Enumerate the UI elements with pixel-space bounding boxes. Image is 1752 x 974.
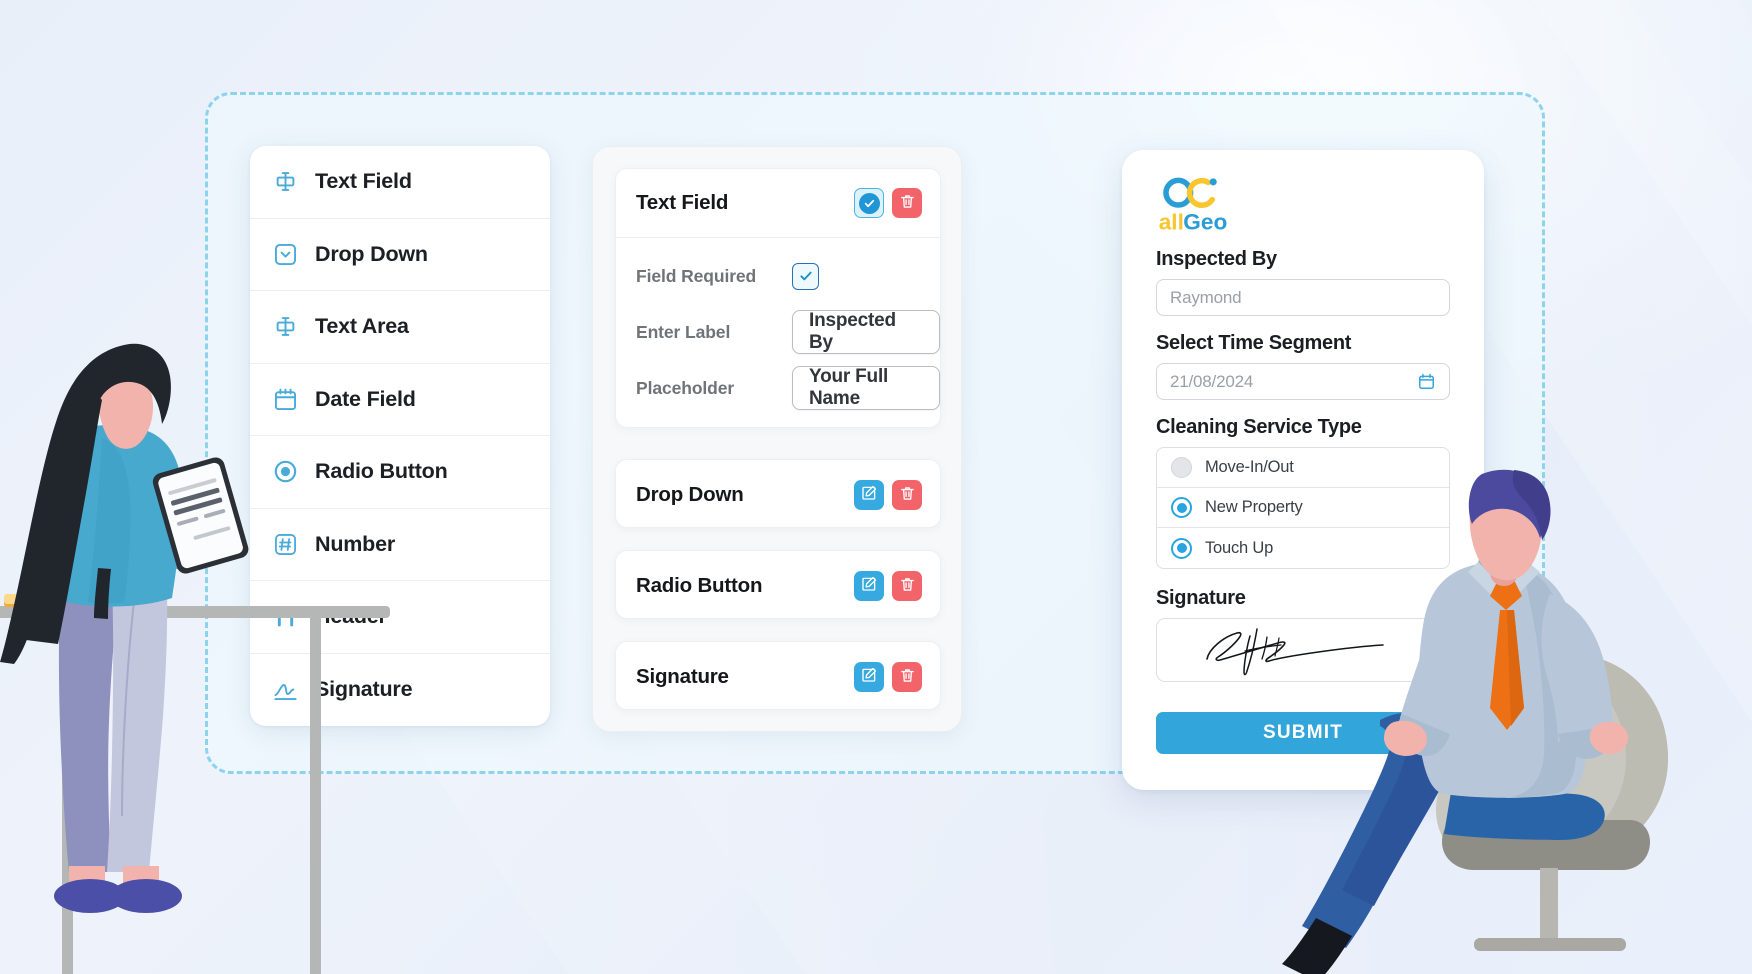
trash-icon <box>899 193 916 213</box>
radio-button-icon <box>272 458 299 485</box>
inspected-by-input[interactable]: Raymond <box>1156 279 1450 316</box>
editor-card-title: Drop Down <box>636 482 744 506</box>
palette-item-label: Date Field <box>315 386 416 411</box>
inspected-by-placeholder: Raymond <box>1170 287 1242 307</box>
form-preview-panel: all Geo Inspected By Raymond Select Time… <box>1122 150 1484 790</box>
palette-item-radio-button[interactable]: Radio Button <box>250 436 550 509</box>
radio-indicator-unselected <box>1171 457 1192 478</box>
text-field-icon <box>272 168 299 195</box>
check-circle-icon <box>858 192 880 214</box>
radio-indicator-selected <box>1171 497 1192 518</box>
editor-card-text-field: Text Field Field Required Enter Label In… <box>615 168 941 428</box>
calendar-icon[interactable] <box>1417 372 1436 391</box>
time-segment-input[interactable]: 21/08/2024 <box>1156 363 1450 400</box>
palette-item-header[interactable]: Header <box>250 581 550 654</box>
edit-button[interactable] <box>854 661 884 692</box>
header-icon <box>272 603 299 630</box>
editor-card-actions <box>854 661 922 692</box>
enter-label-input[interactable]: Inspected By <box>792 310 940 354</box>
editor-card-actions <box>854 479 922 510</box>
allgeo-logo-mark <box>1163 177 1217 208</box>
palette-item-text-area[interactable]: Text Area <box>250 291 550 364</box>
enter-label-row: Enter Label Inspected By <box>636 310 940 354</box>
submit-button[interactable]: SUBMIT <box>1156 712 1450 754</box>
editor-card-actions <box>854 188 922 218</box>
field-required-row: Field Required <box>636 254 940 298</box>
palette-item-label: Text Field <box>315 169 412 194</box>
trash-icon <box>899 667 916 687</box>
inspected-by-label: Inspected By <box>1156 248 1277 270</box>
placeholder-label: Placeholder <box>636 377 735 398</box>
palette-item-label: Radio Button <box>315 459 448 484</box>
signature-capture-box[interactable] <box>1156 618 1450 682</box>
radio-indicator-selected <box>1171 537 1192 559</box>
edit-pencil-icon <box>860 484 878 505</box>
confirm-button[interactable] <box>854 188 884 218</box>
editor-card-radio-button: Radio Button <box>615 550 941 619</box>
editor-card-title: Radio Button <box>636 573 763 597</box>
signature-label: Signature <box>1156 587 1246 609</box>
radio-option-label: Touch Up <box>1205 538 1274 557</box>
editor-card-header: Signature <box>616 642 940 711</box>
editor-card-signature: Signature <box>615 641 941 710</box>
radio-option-label: Move-In/Out <box>1205 458 1294 476</box>
edit-button[interactable] <box>854 479 884 510</box>
radio-option-touch-up[interactable]: Touch Up <box>1157 528 1449 568</box>
signature-scrawl <box>1206 628 1384 676</box>
field-editor-panel: Text Field Field Required Enter Label In… <box>592 146 962 732</box>
delete-button[interactable] <box>892 479 922 510</box>
delete-button[interactable] <box>892 570 922 601</box>
delete-button[interactable] <box>892 661 922 692</box>
field-required-checkbox[interactable] <box>792 262 819 290</box>
enter-label-label: Enter Label <box>636 321 731 342</box>
edit-pencil-icon <box>860 575 878 596</box>
edit-pencil-icon <box>860 666 878 687</box>
placeholder-row: Placeholder Your Full Name <box>636 366 940 410</box>
radio-option-new-property[interactable]: New Property <box>1157 488 1449 528</box>
palette-item-label: Header <box>315 604 387 629</box>
palette-item-signature[interactable]: Signature <box>250 654 550 727</box>
editor-card-actions <box>854 570 922 601</box>
number-icon <box>272 531 299 558</box>
allgeo-logo: all Geo <box>1158 176 1450 236</box>
text-area-icon <box>272 313 299 340</box>
service-type-label: Cleaning Service Type <box>1156 416 1362 438</box>
time-segment-value: 21/08/2024 <box>1170 371 1254 391</box>
editor-card-header: Text Field <box>616 169 940 238</box>
svg-text:Geo: Geo <box>1183 210 1227 235</box>
signature-icon <box>272 676 299 703</box>
palette-item-label: Text Area <box>315 314 409 339</box>
date-field-icon <box>272 386 299 413</box>
drop-down-icon <box>272 241 299 268</box>
palette-item-label: Signature <box>315 677 413 702</box>
field-palette: Text Field Drop Down Text Area Date Fiel… <box>250 146 550 726</box>
palette-item-number[interactable]: Number <box>250 509 550 581</box>
palette-item-drop-down[interactable]: Drop Down <box>250 219 550 291</box>
palette-item-text-field[interactable]: Text Field <box>250 146 550 219</box>
editor-card-header: Radio Button <box>616 551 940 620</box>
time-segment-label: Select Time Segment <box>1156 332 1352 354</box>
delete-button[interactable] <box>892 188 922 218</box>
edit-button[interactable] <box>854 570 884 601</box>
allgeo-logo-wordmark: all Geo <box>1159 210 1228 235</box>
service-type-radio-group: Move-In/Out New Property Touch Up <box>1156 447 1450 569</box>
placeholder-input[interactable]: Your Full Name <box>792 366 940 410</box>
editor-card-header: Drop Down <box>616 460 940 529</box>
editor-card-body: Field Required Enter Label Inspected By … <box>616 238 940 410</box>
trash-icon <box>899 576 916 596</box>
editor-card-drop-down: Drop Down <box>615 459 941 528</box>
palette-item-label: Drop Down <box>315 241 428 266</box>
radio-option-label: New Property <box>1205 498 1303 516</box>
radio-option-move-in-out[interactable]: Move-In/Out <box>1157 448 1449 488</box>
trash-icon <box>899 485 916 505</box>
editor-card-title: Text Field <box>636 191 729 214</box>
palette-item-label: Number <box>315 531 396 556</box>
palette-item-date-field[interactable]: Date Field <box>250 364 550 436</box>
svg-text:all: all <box>1159 210 1184 235</box>
editor-card-title: Signature <box>636 664 729 688</box>
field-required-label: Field Required <box>636 265 757 286</box>
